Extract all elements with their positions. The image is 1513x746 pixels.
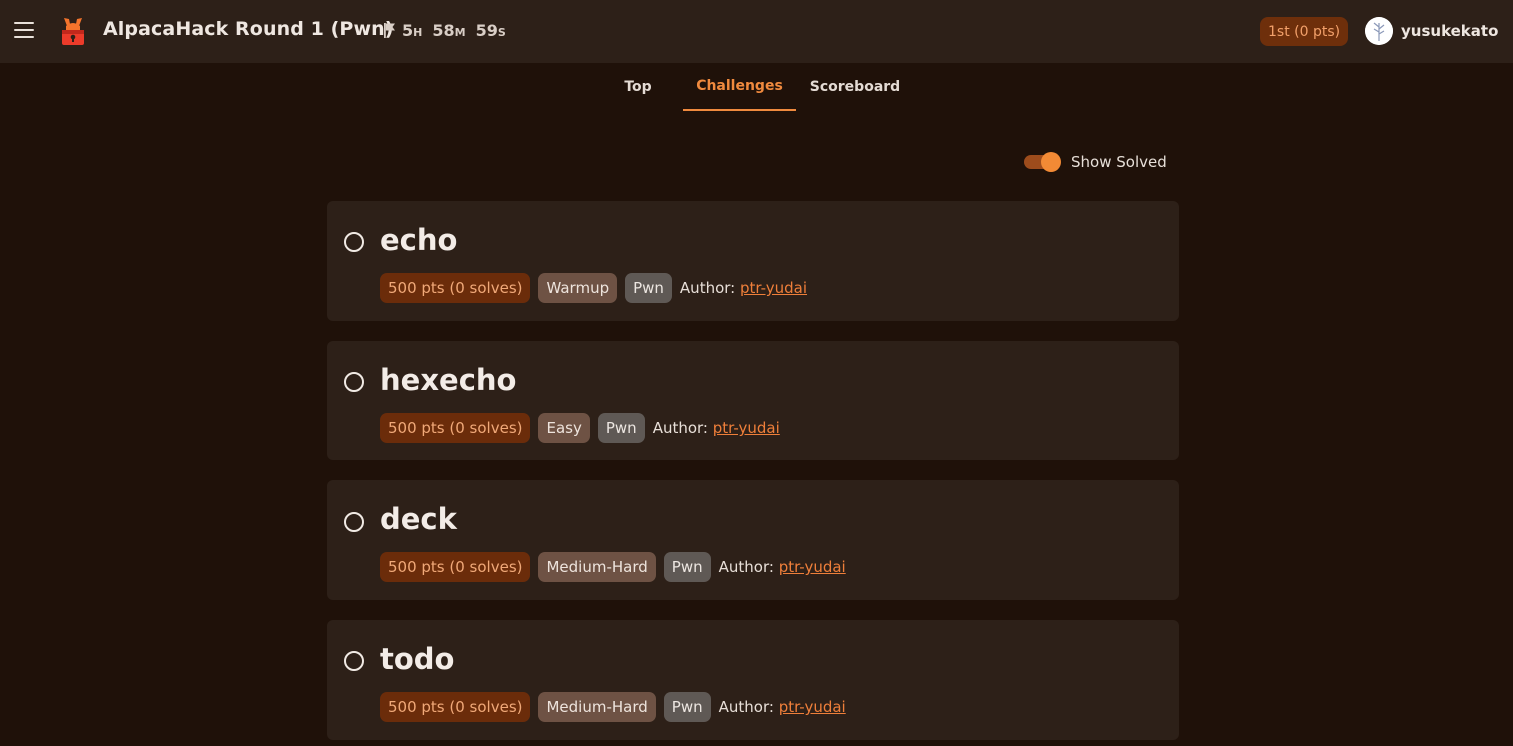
challenge-tags: 500 pts (0 solves) Easy Pwn Author: ptr-… [380,413,780,443]
hamburger-menu-icon[interactable] [14,22,34,40]
show-solved-toggle[interactable]: Show Solved [1024,150,1167,174]
points-chip: 500 pts (0 solves) [380,692,531,722]
author-label: Author: [679,279,736,297]
author-info: Author: ptr-yudai [680,279,807,297]
category-chip: Pwn [597,413,645,443]
tab-challenges[interactable]: Challenges [683,63,796,111]
unsolved-circle-icon [344,651,364,671]
challenge-card-echo[interactable]: echo 500 pts (0 solves) Warmup Pwn Autho… [327,201,1179,321]
points-chip: 500 pts (0 solves) [380,413,531,443]
unsolved-circle-icon [344,372,364,392]
flag-icon [384,23,396,38]
app-title[interactable]: AlpacaHack Round 1 (Pwn) [103,18,394,40]
difficulty-chip: Warmup [538,273,618,303]
countdown-timer: 5H 58M 59S [402,21,506,40]
author-link[interactable]: ptr-yudai [713,419,780,437]
rank-badge[interactable]: 1st (0 pts) [1260,17,1349,46]
challenge-card-hexecho[interactable]: hexecho 500 pts (0 solves) Easy Pwn Auth… [327,341,1179,460]
points-chip: 500 pts (0 solves) [380,552,531,582]
challenge-name[interactable]: echo [380,223,457,257]
username[interactable]: yusukekato [1401,22,1498,40]
toggle-switch[interactable] [1024,152,1061,172]
author-label: Author: [652,419,708,437]
category-chip: Pwn [663,552,711,582]
author-label: Author: [718,558,774,576]
category-chip: Pwn [625,273,672,303]
author-link[interactable]: ptr-yudai [779,558,846,576]
challenge-tags: 500 pts (0 solves) Medium-Hard Pwn Autho… [380,692,846,722]
difficulty-chip: Medium-Hard [538,692,656,722]
show-solved-label: Show Solved [1071,153,1167,171]
alpaca-lock-logo[interactable] [60,15,86,47]
author-info: Author: ptr-yudai [719,698,846,716]
challenge-name[interactable]: hexecho [380,363,516,397]
top-app-bar: AlpacaHack Round 1 (Pwn) 5H 58M 59S 1st … [0,0,1513,63]
timer-minutes: 58M [432,21,466,40]
challenge-card-todo[interactable]: todo 500 pts (0 solves) Medium-Hard Pwn … [327,620,1179,740]
toggle-knob[interactable] [1041,152,1061,172]
author-link[interactable]: ptr-yudai [779,698,846,716]
navigation-tabs: Top Challenges Scoreboard [0,63,1513,111]
author-link[interactable]: ptr-yudai [740,279,807,297]
tab-scoreboard[interactable]: Scoreboard [806,63,904,111]
user-avatar[interactable] [1365,17,1393,45]
challenge-card-deck[interactable]: deck 500 pts (0 solves) Medium-Hard Pwn … [327,480,1179,600]
challenge-name[interactable]: todo [380,642,454,676]
category-chip: Pwn [663,692,711,722]
author-info: Author: ptr-yudai [653,419,780,437]
author-info: Author: ptr-yudai [719,558,846,576]
unsolved-circle-icon [344,232,364,252]
challenge-tags: 500 pts (0 solves) Medium-Hard Pwn Autho… [380,552,846,582]
challenge-tags: 500 pts (0 solves) Warmup Pwn Author: pt… [380,273,807,303]
tab-top[interactable]: Top [612,63,664,111]
challenge-name[interactable]: deck [380,502,457,536]
author-label: Author: [718,698,774,716]
difficulty-chip: Medium-Hard [538,552,656,582]
unsolved-circle-icon [344,512,364,532]
timer-seconds: 59S [475,21,506,40]
timer-hours: 5H [402,21,423,40]
points-chip: 500 pts (0 solves) [380,273,531,303]
difficulty-chip: Easy [538,413,590,443]
